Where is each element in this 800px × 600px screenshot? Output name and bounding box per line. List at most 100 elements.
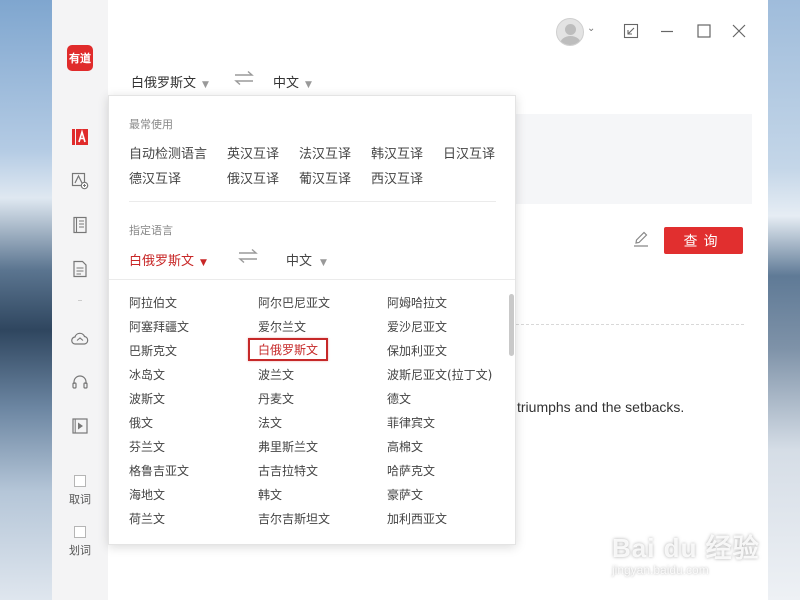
- frequent-language-item[interactable]: 法汉互译: [299, 143, 351, 162]
- result-divider: [516, 324, 744, 325]
- document-icon: [73, 260, 87, 278]
- language-dropdown: 最常使用 自动检测语言 英汉互译 法汉互译 韩汉互译 日汉互译德汉互译 俄汉互译 葡汉互译 西…: [108, 95, 516, 545]
- capture-word-toggle[interactable]: 取词: [52, 475, 108, 507]
- frequent-language-item[interactable]: 德汉互译: [129, 168, 181, 187]
- frequent-language-item[interactable]: 西汉互译: [371, 168, 423, 187]
- language-option[interactable]: 爱尔兰文: [258, 318, 306, 335]
- mini-mode-button[interactable]: [620, 20, 642, 42]
- frequent-language-item[interactable]: 葡汉互译: [299, 168, 351, 187]
- language-option[interactable]: 韩文: [258, 486, 282, 503]
- source-language-label: 白俄罗斯文: [131, 76, 197, 91]
- language-option[interactable]: 阿姆哈拉文: [387, 294, 447, 311]
- maximize-icon: [697, 24, 711, 38]
- cloud-icon: [71, 332, 89, 345]
- source-text-input[interactable]: [512, 114, 752, 204]
- sidebar-item-translate[interactable]: [69, 126, 91, 148]
- desktop-wallpaper-left: [0, 0, 52, 600]
- language-option[interactable]: 波兰文: [258, 366, 294, 383]
- language-option[interactable]: 芬兰文: [129, 438, 165, 455]
- language-option[interactable]: 白俄罗斯文: [248, 338, 329, 361]
- close-icon: [732, 24, 746, 38]
- frequent-language-item[interactable]: 日汉互译: [443, 143, 495, 162]
- language-option[interactable]: 高棉文: [387, 438, 423, 455]
- language-option[interactable]: 德文: [387, 390, 411, 407]
- language-option[interactable]: 冰岛文: [129, 366, 165, 383]
- sidebar-item-cloud[interactable]: [69, 328, 91, 350]
- language-list-scrollbar[interactable]: [509, 294, 514, 356]
- result-text: triumphs and the setbacks.: [517, 399, 685, 415]
- language-option[interactable]: 保加利亚文: [387, 342, 447, 359]
- language-option[interactable]: 豪萨文: [387, 486, 423, 503]
- select-word-checkbox[interactable]: [74, 526, 86, 538]
- frequent-language-item[interactable]: 英汉互译: [227, 143, 279, 162]
- sidebar-divider: [78, 300, 82, 301]
- dictionary-book-icon: [73, 216, 87, 234]
- language-list[interactable]: 阿拉伯文 阿尔巴尼亚文 阿姆哈拉文阿塞拜疆文 爱尔兰文 爱沙尼亚文巴斯克文 白俄罗斯文 保加…: [109, 279, 515, 545]
- language-option[interactable]: 古吉拉特文: [258, 462, 318, 479]
- sidebar-item-dictionary[interactable]: [69, 214, 91, 236]
- headset-icon: [72, 375, 88, 389]
- language-option[interactable]: 波斯文: [129, 390, 165, 407]
- target-language-select[interactable]: 中文 ▼: [273, 72, 312, 91]
- language-option[interactable]: 吉尔吉斯坦文: [258, 510, 330, 527]
- frequent-language-item[interactable]: 俄汉互译: [227, 168, 279, 187]
- language-option[interactable]: 菲律宾文: [387, 414, 435, 431]
- edit-icon[interactable]: [632, 230, 650, 248]
- language-option[interactable]: 加利西亚文: [387, 510, 447, 527]
- dropdown-target-label: 中文: [286, 254, 313, 269]
- caret-down-icon: ▼: [200, 258, 207, 268]
- caret-down-icon: ▼: [320, 258, 327, 268]
- avatar-chevron-down-icon[interactable]: ⌄: [587, 23, 595, 34]
- capture-word-checkbox[interactable]: [74, 475, 86, 487]
- source-language-select[interactable]: 白俄罗斯文 ▼: [131, 72, 209, 91]
- select-word-toggle[interactable]: 划词: [52, 526, 108, 558]
- language-option[interactable]: 俄文: [129, 414, 153, 431]
- caret-down-icon: ▼: [202, 80, 209, 90]
- app-logo: 有道: [67, 45, 93, 71]
- image-translate-icon: [71, 172, 89, 190]
- query-button[interactable]: 查询: [664, 227, 743, 254]
- watermark: Bai du 经验 jingyan.baidu.com: [612, 528, 760, 577]
- select-word-label: 划词: [69, 544, 91, 557]
- swap-languages-icon[interactable]: [237, 248, 259, 264]
- sidebar: 有道 取词 划词: [52, 0, 108, 600]
- sidebar-item-video[interactable]: [69, 415, 91, 437]
- language-option[interactable]: 波斯尼亚文(拉丁文): [387, 366, 492, 383]
- language-option[interactable]: 法文: [258, 414, 282, 431]
- language-option[interactable]: 巴斯克文: [129, 342, 177, 359]
- frequent-section-title: 最常使用: [129, 118, 173, 131]
- user-avatar[interactable]: [556, 18, 584, 46]
- language-option[interactable]: 爱沙尼亚文: [387, 318, 447, 335]
- video-play-icon: [72, 418, 88, 434]
- close-button[interactable]: [728, 20, 750, 42]
- desktop-wallpaper-right: [768, 0, 800, 600]
- maximize-button[interactable]: [693, 20, 715, 42]
- swap-languages-icon[interactable]: [233, 70, 255, 86]
- language-option[interactable]: 哈萨克文: [387, 462, 435, 479]
- translate-icon: [72, 129, 88, 145]
- watermark-main: Bai du 经验: [612, 533, 760, 563]
- target-language-label: 中文: [273, 76, 300, 91]
- language-option[interactable]: 阿塞拜疆文: [129, 318, 189, 335]
- language-option[interactable]: 阿尔巴尼亚文: [258, 294, 330, 311]
- sidebar-item-image-translate[interactable]: [69, 170, 91, 192]
- language-option[interactable]: 丹麦文: [258, 390, 294, 407]
- shrink-icon: [623, 23, 639, 39]
- dropdown-target-select[interactable]: 中文 ▼: [286, 250, 327, 269]
- watermark-sub: jingyan.baidu.com: [612, 563, 709, 577]
- frequent-language-item[interactable]: 韩汉互译: [371, 143, 423, 162]
- specified-section-title: 指定语言: [129, 224, 173, 237]
- frequent-language-item[interactable]: 自动检测语言: [129, 143, 207, 162]
- language-option[interactable]: 海地文: [129, 486, 165, 503]
- minimize-button[interactable]: [656, 20, 678, 42]
- sidebar-item-headset[interactable]: [69, 371, 91, 393]
- section-divider: [129, 201, 496, 202]
- sidebar-item-document[interactable]: [69, 258, 91, 280]
- language-option[interactable]: 弗里斯兰文: [258, 438, 318, 455]
- language-option[interactable]: 阿拉伯文: [129, 294, 177, 311]
- dropdown-source-label: 白俄罗斯文: [129, 254, 195, 269]
- caret-down-icon: ▼: [305, 80, 312, 90]
- language-option[interactable]: 格鲁吉亚文: [129, 462, 189, 479]
- language-option[interactable]: 荷兰文: [129, 510, 165, 527]
- dropdown-source-select[interactable]: 白俄罗斯文 ▼: [129, 250, 207, 269]
